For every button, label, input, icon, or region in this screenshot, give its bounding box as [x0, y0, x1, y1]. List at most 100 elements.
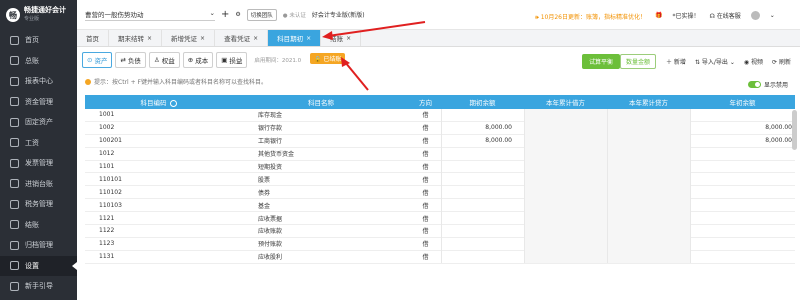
cell-year_open[interactable] — [690, 250, 795, 264]
category-tab[interactable]: ⇄ 负债 — [115, 51, 146, 68]
category-tab[interactable]: ♙ 权益 — [148, 51, 180, 68]
sidebar-item[interactable]: 结账 — [0, 215, 77, 236]
tab[interactable]: 新增凭证 × — [162, 30, 216, 46]
close-icon[interactable]: × — [200, 35, 205, 42]
refresh-button[interactable]: ⟳ 刷新 — [772, 57, 791, 66]
show-disabled-toggle[interactable] — [748, 81, 761, 88]
close-icon[interactable]: × — [147, 35, 152, 42]
cell-opening[interactable] — [441, 224, 524, 238]
table-row[interactable]: 1122 应收账款 借 — [85, 224, 795, 238]
table-row[interactable]: 1121 应收票据 借 — [85, 211, 795, 226]
cell-opening[interactable] — [441, 108, 524, 122]
sidebar-item[interactable]: 报表中心 — [0, 71, 77, 92]
sidebar-item[interactable]: 首页 — [0, 30, 77, 51]
cell-opening[interactable] — [441, 211, 524, 225]
sidebar-item[interactable]: 工资 — [0, 133, 77, 154]
close-icon[interactable]: × — [253, 35, 258, 42]
online-service-link[interactable]: ☊ 在线客服 — [710, 11, 741, 20]
activate-link[interactable]: *已实操！ — [672, 11, 699, 20]
cell-debit[interactable] — [524, 160, 607, 173]
table-row[interactable]: 110103 基金 借 — [85, 198, 795, 213]
cell-year_open[interactable] — [690, 147, 795, 161]
category-tab[interactable]: ⊙ 资产 — [82, 51, 113, 68]
cell-year_open[interactable] — [690, 224, 795, 238]
avatar[interactable] — [750, 11, 760, 20]
cell-opening[interactable] — [441, 172, 524, 186]
cell-debit[interactable] — [524, 185, 607, 199]
sidebar-item[interactable]: 新手引导 — [0, 276, 77, 297]
sidebar-item[interactable]: 归档管理 — [0, 235, 77, 256]
sidebar-item[interactable]: 进销台账 — [0, 174, 77, 195]
cell-year_open[interactable]: 8,000.00 — [690, 134, 795, 148]
uncertified-label[interactable]: ● 未认证 — [283, 11, 306, 19]
company-select[interactable]: 曹营的一般伤势劝动 ⌄ — [85, 9, 215, 21]
cell-opening[interactable] — [441, 237, 524, 251]
add-icon[interactable]: + — [221, 9, 229, 20]
cell-debit[interactable] — [524, 121, 607, 135]
user-menu-chevron-icon[interactable]: ⌄ — [770, 12, 775, 19]
cell-credit[interactable] — [607, 198, 690, 212]
cell-opening[interactable] — [441, 250, 524, 264]
switch-org-button[interactable]: 切换团队 — [246, 8, 277, 21]
cell-debit[interactable] — [524, 198, 607, 212]
cell-credit[interactable] — [607, 121, 690, 135]
cell-year_open[interactable] — [690, 237, 795, 251]
cell-credit[interactable] — [607, 211, 690, 225]
cell-debit[interactable] — [524, 108, 607, 122]
table-row[interactable]: 1131 应收股利 借 — [85, 250, 795, 264]
cell-credit[interactable] — [607, 108, 690, 122]
cell-year_open[interactable] — [690, 172, 795, 186]
sidebar-item[interactable]: 资金管理 — [0, 92, 77, 113]
table-row[interactable]: 110102 债券 借 — [85, 185, 795, 200]
cell-opening[interactable] — [441, 198, 524, 212]
header-code[interactable]: 科目编码 — [85, 97, 232, 107]
cell-credit[interactable] — [607, 160, 690, 173]
table-row[interactable]: 1012 其他货币资金 借 — [85, 147, 795, 161]
table-row[interactable]: 1001 库存现金 借 — [85, 108, 795, 122]
sidebar-item[interactable]: 税务管理 — [0, 194, 77, 215]
close-icon[interactable]: × — [346, 35, 351, 42]
update-notice[interactable]: 🕪 10月26日更新：账簿，指标精准优化！ — [535, 12, 646, 22]
cell-year_open[interactable] — [690, 211, 795, 225]
cell-year_open[interactable] — [690, 185, 795, 199]
gear-icon[interactable] — [169, 99, 177, 107]
category-tab[interactable]: ▣ 损益 — [216, 51, 248, 68]
video-button[interactable]: ◉ 视频 — [744, 57, 763, 66]
cell-debit[interactable] — [524, 211, 607, 225]
sidebar-item[interactable]: 固定资产 — [0, 112, 77, 133]
cell-opening[interactable] — [441, 185, 524, 199]
vertical-scrollbar[interactable] — [792, 110, 797, 150]
gift-icon[interactable]: 🎁 — [655, 12, 662, 19]
trial-balance-button[interactable]: 试算平衡 — [582, 54, 621, 69]
quantity-amount-button[interactable]: 数量金额 — [620, 54, 657, 69]
cell-debit[interactable] — [524, 147, 607, 161]
cell-debit[interactable] — [524, 134, 607, 148]
cell-year_open[interactable] — [690, 198, 795, 212]
sidebar-item[interactable]: 发票管理 — [0, 153, 77, 174]
version-badge[interactable]: 好会计专业版(新版) — [312, 10, 365, 19]
cell-credit[interactable] — [607, 185, 690, 199]
cell-debit[interactable] — [524, 250, 607, 264]
cell-year_open[interactable] — [690, 160, 795, 173]
tab[interactable]: 首页 — [77, 30, 109, 46]
sidebar-item[interactable]: 设置 — [0, 255, 77, 276]
cell-debit[interactable] — [524, 237, 607, 251]
app-logo[interactable]: 畅 畅捷通好会计 专业版 — [0, 0, 77, 30]
table-row[interactable]: 100201 工商银行 借 8,000.00 8,000.00 — [85, 134, 795, 148]
cell-opening[interactable] — [441, 160, 524, 173]
tab[interactable]: 结账 × — [321, 30, 362, 46]
cell-credit[interactable] — [607, 134, 690, 148]
category-tab[interactable]: ⊕ 成本 — [182, 51, 214, 68]
add-button[interactable]: ＋ 新增 — [666, 57, 686, 66]
table-row[interactable]: 1123 预付账款 借 — [85, 237, 795, 251]
close-icon[interactable]: × — [306, 35, 311, 42]
import-export-button[interactable]: ⇅ 导入/导出 ⌄ — [695, 57, 735, 66]
cell-opening[interactable] — [441, 147, 524, 161]
sidebar-item[interactable]: 总账 — [0, 51, 77, 72]
cell-credit[interactable] — [607, 237, 690, 251]
tab[interactable]: 查看凭证 × — [215, 30, 269, 46]
cell-debit[interactable] — [524, 172, 607, 186]
cell-year_open[interactable]: 8,000.00 — [690, 121, 795, 135]
cell-credit[interactable] — [607, 172, 690, 186]
cell-credit[interactable] — [607, 147, 690, 161]
